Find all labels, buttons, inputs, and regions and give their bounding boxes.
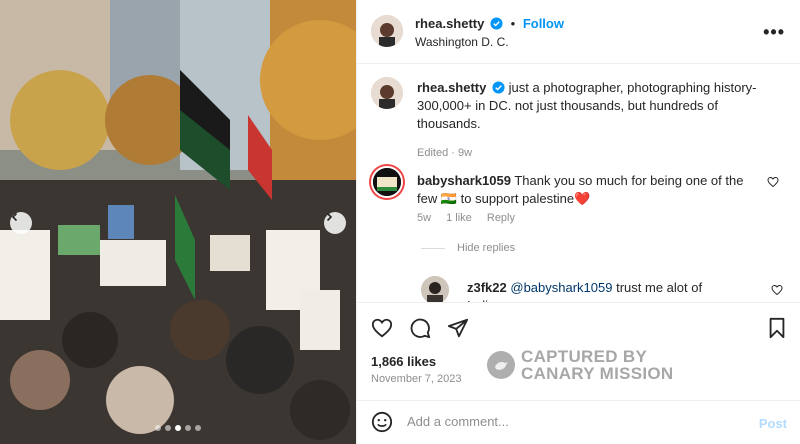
comment-username[interactable]: babyshark1059 bbox=[417, 173, 511, 188]
follow-button[interactable]: Follow bbox=[523, 16, 564, 31]
author-line: rhea.shetty • Follow bbox=[415, 16, 564, 31]
comment-icon[interactable] bbox=[409, 317, 431, 339]
post-header: rhea.shetty • Follow Washington D. C. ••… bbox=[357, 0, 800, 64]
comment-text-block: babyshark1059 Thank you so much for bein… bbox=[417, 172, 767, 208]
chevron-left-icon bbox=[11, 212, 18, 222]
bird-icon bbox=[495, 362, 508, 370]
avatar-image bbox=[421, 276, 449, 302]
pagination-dot bbox=[195, 425, 201, 431]
comment-likes[interactable]: 1 like bbox=[446, 212, 472, 224]
comment-meta: 5w 1 like Reply bbox=[417, 212, 527, 224]
post-location[interactable]: Washington D. C. bbox=[415, 35, 509, 49]
replies-divider bbox=[421, 247, 445, 249]
reply-button[interactable]: Reply bbox=[487, 212, 515, 224]
pagination-dot-active bbox=[175, 425, 181, 431]
heart-icon[interactable] bbox=[371, 317, 393, 339]
hide-replies-label: Hide replies bbox=[457, 242, 516, 254]
photo-pagination bbox=[0, 425, 356, 431]
heart-icon[interactable] bbox=[767, 176, 779, 188]
next-photo-button[interactable] bbox=[324, 212, 346, 234]
caption-avatar[interactable] bbox=[371, 77, 403, 109]
pagination-dot bbox=[185, 425, 191, 431]
more-options-icon[interactable]: ••• bbox=[763, 22, 785, 43]
comment-time: 5w bbox=[417, 212, 432, 224]
pagination-dot bbox=[155, 425, 161, 431]
watermark-line1: CAPTURED BY bbox=[521, 347, 648, 366]
avatar-image bbox=[371, 15, 403, 47]
hide-replies-button[interactable]: Hide replies bbox=[421, 242, 515, 254]
follow-separator: • bbox=[510, 16, 516, 31]
post-actions: 1,866 likes November 7, 2023 CAPTURED BY… bbox=[357, 302, 800, 408]
chevron-right-icon bbox=[326, 212, 333, 222]
post-comment-button[interactable]: Post bbox=[759, 416, 787, 431]
watermark-text: CAPTURED BY CANARY MISSION bbox=[521, 348, 674, 382]
comment-input[interactable] bbox=[407, 414, 737, 429]
emoji-icon[interactable] bbox=[371, 411, 393, 433]
share-icon[interactable] bbox=[447, 317, 469, 339]
heart-icon[interactable] bbox=[771, 284, 783, 296]
caption-text-block: rhea.shetty just a photographer, photogr… bbox=[417, 79, 757, 133]
commenter-avatar[interactable] bbox=[371, 166, 403, 198]
canary-logo bbox=[487, 351, 515, 379]
likes-count[interactable]: 1,866 likes bbox=[371, 354, 436, 369]
comments-section[interactable]: rhea.shetty just a photographer, photogr… bbox=[357, 65, 800, 302]
protest-photo-image bbox=[0, 0, 356, 444]
caption-username[interactable]: rhea.shetty bbox=[417, 80, 486, 95]
verified-icon bbox=[490, 17, 503, 30]
avatar-image bbox=[371, 77, 403, 109]
reply-username[interactable]: z3fk22 bbox=[467, 280, 507, 295]
post-photo[interactable] bbox=[0, 0, 356, 444]
reply-mention[interactable]: @babyshark1059 bbox=[510, 280, 612, 295]
comment-composer: Post bbox=[357, 400, 800, 444]
previous-photo-button[interactable] bbox=[10, 212, 32, 234]
author-avatar[interactable] bbox=[371, 15, 403, 47]
bookmark-icon[interactable] bbox=[767, 317, 787, 339]
reply-text-block: z3fk22 @babyshark1059 trust me alot of I… bbox=[467, 279, 747, 302]
verified-icon bbox=[492, 81, 505, 94]
post-side-panel: rhea.shetty • Follow Washington D. C. ••… bbox=[356, 0, 800, 444]
pagination-dot bbox=[165, 425, 171, 431]
action-icons bbox=[371, 317, 469, 339]
post-date[interactable]: November 7, 2023 bbox=[371, 373, 462, 385]
author-username[interactable]: rhea.shetty bbox=[415, 16, 484, 31]
watermark-line2: CANARY MISSION bbox=[521, 364, 674, 383]
caption-edited: Edited · 9w bbox=[417, 147, 473, 159]
replier-avatar[interactable] bbox=[421, 276, 449, 302]
avatar-image bbox=[373, 168, 401, 196]
watermark: CAPTURED BY CANARY MISSION bbox=[487, 348, 674, 382]
